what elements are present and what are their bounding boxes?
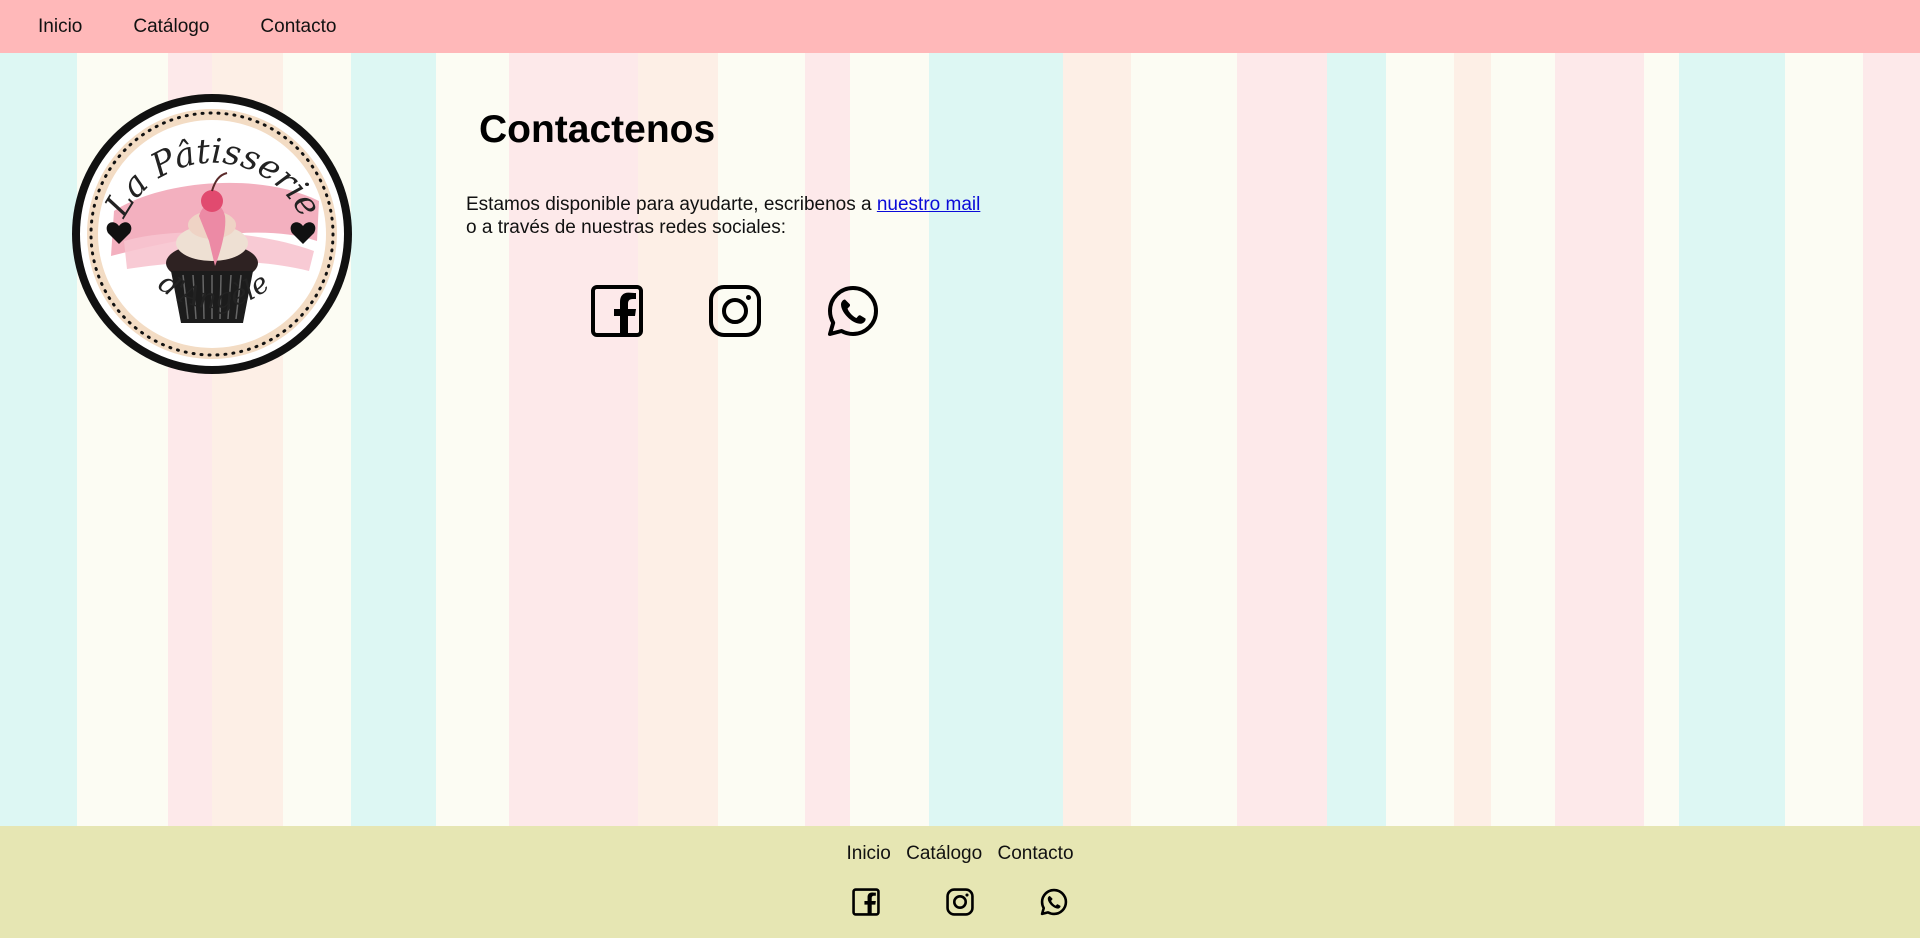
email-link[interactable]: nuestro mail [877,194,981,215]
instagram-icon[interactable] [946,888,974,916]
instagram-icon[interactable] [708,284,762,338]
contact-description: Estamos disponible para ayudarte, escrib… [466,193,980,239]
social-links [590,284,944,338]
nav-link-inicio[interactable]: Inicio [38,16,82,38]
nav-link-contacto[interactable]: Contacto [260,16,336,38]
facebook-icon[interactable] [590,284,644,338]
footer: Inicio Catálogo Contacto [0,826,1920,938]
footer-nav: Inicio Catálogo Contacto [0,843,1920,865]
page-title: Contactenos [479,108,716,151]
footer-social-links [852,888,1134,916]
footer-link-catalogo[interactable]: Catálogo [906,843,982,864]
whatsapp-icon[interactable] [1040,888,1068,916]
whatsapp-icon[interactable] [826,284,880,338]
contact-text-before: Estamos disponible para ayudarte, escrib… [466,194,877,215]
nav-link-catalogo[interactable]: Catálogo [133,16,209,38]
footer-link-inicio[interactable]: Inicio [846,843,890,864]
facebook-icon[interactable] [852,888,880,916]
top-nav: Inicio Catálogo Contacto [0,0,1920,53]
logo-badge: La Pâtisserie d'Angèle [72,94,352,374]
footer-link-contacto[interactable]: Contacto [997,843,1073,864]
brand-logo: La Pâtisserie d'Angèle [69,91,355,377]
contact-text-after: o a través de nuestras redes sociales: [466,217,787,238]
